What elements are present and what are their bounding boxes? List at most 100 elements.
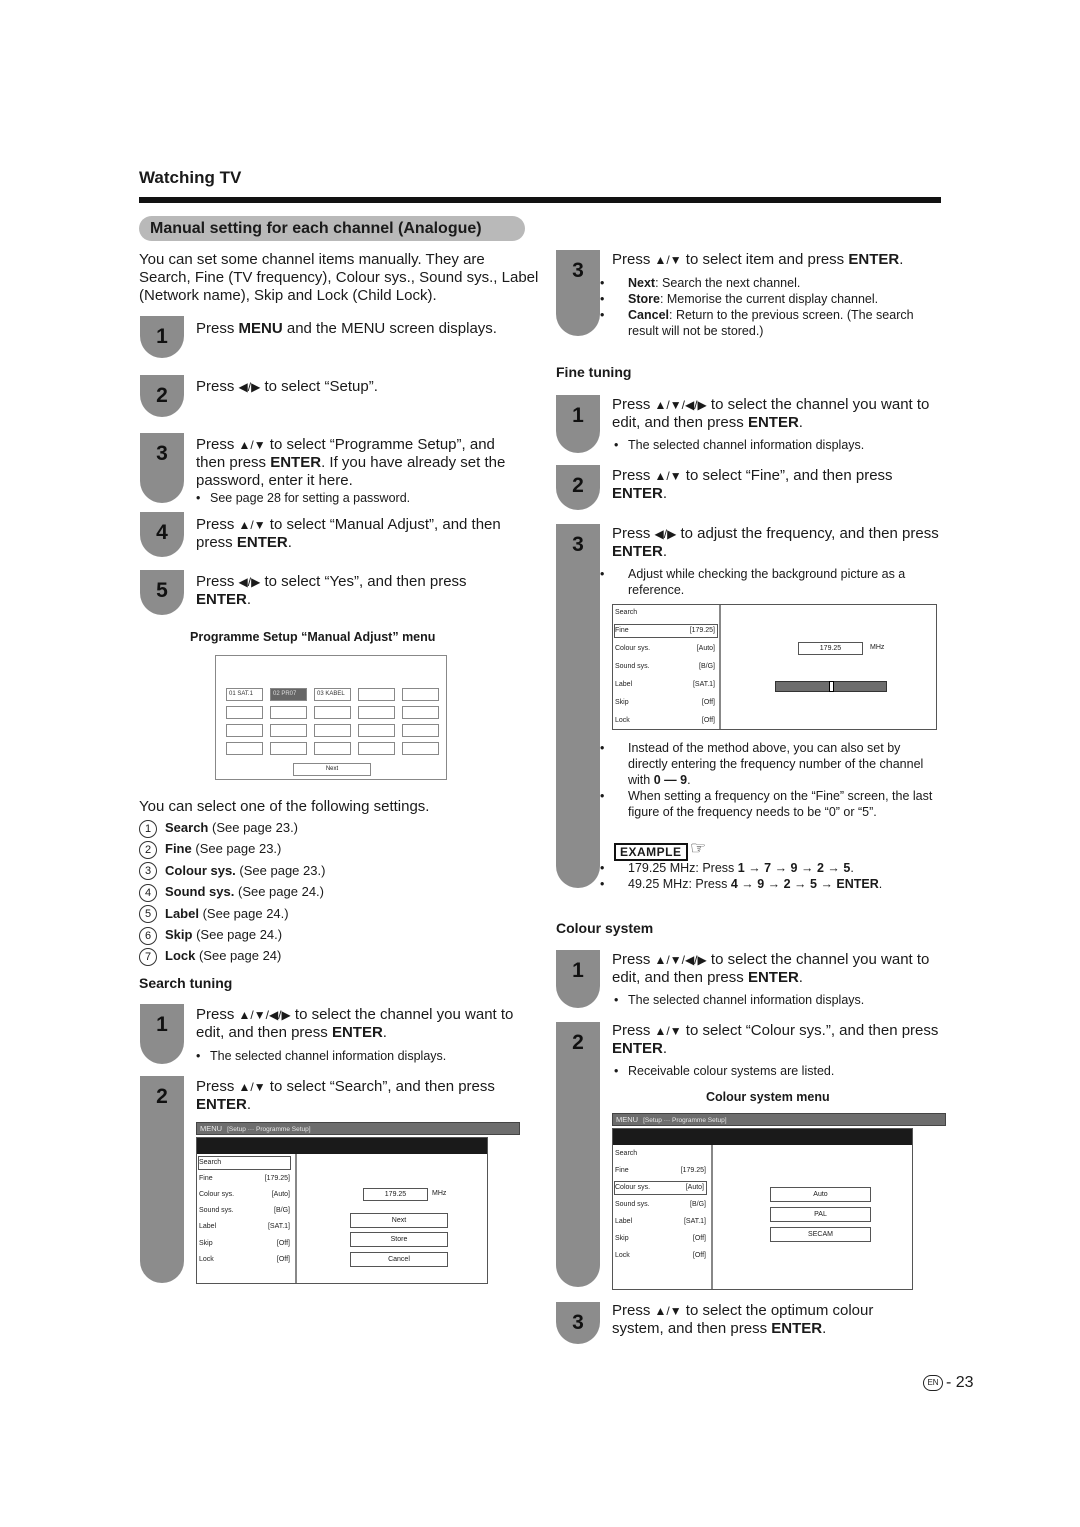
direction-arrows-icon: ▲/▼/◀/▶ xyxy=(238,1008,291,1022)
channel-cell[interactable] xyxy=(358,706,395,719)
menu-row-fine[interactable]: Fine [179.25] xyxy=(614,624,718,638)
fine-step-3-note: • Adjust while checking the background pi… xyxy=(600,567,906,597)
channel-cell[interactable] xyxy=(358,688,395,701)
menu-row-search[interactable]: Search xyxy=(198,1156,291,1170)
search-step-1-text: Press ▲/▼/◀/▶ to select the channel you … xyxy=(196,1006,514,1041)
menu-row-label[interactable]: Label [SAT.1] xyxy=(615,678,717,692)
menu-row-colour[interactable]: Colour sys. [Auto] xyxy=(614,1181,707,1195)
step-badge: 2 xyxy=(556,465,600,510)
step-badge: 1 xyxy=(556,395,600,453)
up-down-arrow-icon: ▲/▼ xyxy=(654,1024,682,1038)
next-button[interactable]: Next xyxy=(350,1213,448,1228)
language-badge: EN xyxy=(923,1374,943,1391)
step-3-text: Press ▲/▼ to select “Programme Setup”, a… xyxy=(196,436,506,489)
fine-tuning-heading: Fine tuning xyxy=(556,364,632,380)
example-item: • 179.25 MHz: Press 1 → 7 → 9 → 2 → 5. xyxy=(600,861,854,875)
menu-row-fine[interactable]: Fine [179.25] xyxy=(199,1172,292,1186)
step-badge: 4 xyxy=(140,512,184,557)
menu-row-sound[interactable]: Sound sys. [B/G] xyxy=(199,1204,292,1218)
menu-row-lock[interactable]: Lock [Off] xyxy=(199,1253,292,1267)
step-badge: 2 xyxy=(140,375,184,417)
menu-row-label[interactable]: Label [SAT.1] xyxy=(199,1220,292,1234)
store-button[interactable]: Store xyxy=(350,1232,448,1247)
fine-screen: Search Fine [179.25] Colour sys. [Auto] So… xyxy=(612,604,937,730)
colour-step-1-text: Press ▲/▼/◀/▶ to select the channel you … xyxy=(612,951,930,986)
channel-cell-selected[interactable]: 02 PR07 xyxy=(270,688,307,701)
menu-breadcrumb-bar: MENU [Setup ··· Programme Setup] xyxy=(196,1122,520,1135)
channel-cell[interactable] xyxy=(402,706,439,719)
fine-slider[interactable] xyxy=(775,681,887,692)
menu-list: Search Fine [179.25] Colour sys. [Auto] So… xyxy=(613,605,721,729)
frequency-field[interactable]: 179.25 xyxy=(363,1188,428,1201)
channel-cell[interactable]: 01 SAT.1 xyxy=(226,688,263,701)
menu-row-colour[interactable]: Colour sys. [Auto] xyxy=(199,1188,292,1202)
channel-cell[interactable] xyxy=(314,706,351,719)
menu-row-sound[interactable]: Sound sys. [B/G] xyxy=(615,1198,708,1212)
colour-option-pal[interactable]: PAL xyxy=(770,1207,871,1222)
menu-row-skip[interactable]: Skip [Off] xyxy=(615,696,717,710)
channel-cell[interactable] xyxy=(226,724,263,737)
up-down-arrow-icon: ▲/▼ xyxy=(654,253,682,267)
slider-knob[interactable] xyxy=(828,681,834,692)
settings-item: 5 Label (See page 24.) xyxy=(139,904,325,925)
bullet-item: • Store: Memorise the current display cha… xyxy=(600,292,879,306)
menu-row-search[interactable]: Search xyxy=(615,606,717,620)
direction-arrows-icon: ▲/▼/◀/▶ xyxy=(654,398,707,412)
search-step-3-text: Press ▲/▼ to select item and press ENTER… xyxy=(612,251,904,268)
fine-step-1-text: Press ▲/▼/◀/▶ to select the channel you … xyxy=(612,396,930,431)
step-badge: 3 xyxy=(556,524,600,888)
up-down-arrow-icon: ▲/▼ xyxy=(238,518,266,532)
up-down-arrow-icon: ▲/▼ xyxy=(238,1080,266,1094)
channel-cell[interactable] xyxy=(402,724,439,737)
section-title: Watching TV xyxy=(139,168,242,187)
bullet-item: • Next: Search the next channel. xyxy=(600,276,801,290)
menu-row-lock[interactable]: Lock [Off] xyxy=(615,1249,708,1263)
step-badge: 2 xyxy=(556,1022,600,1287)
menu-row-skip[interactable]: Skip [Off] xyxy=(615,1232,708,1246)
menu-row-search[interactable]: Search xyxy=(615,1147,708,1161)
search-step-3-bullets: • Next: Search the next channel. • Store: … xyxy=(600,275,914,339)
example-list: • 179.25 MHz: Press 1 → 7 → 9 → 2 → 5. • 4… xyxy=(600,860,936,892)
settings-item: 4 Sound sys. (See page 24.) xyxy=(139,882,325,903)
channel-cell[interactable] xyxy=(358,742,395,755)
settings-item: 3 Colour sys. (See page 23.) xyxy=(139,861,325,882)
channel-cell[interactable] xyxy=(270,724,307,737)
search-step-1-note: • The selected channel information displa… xyxy=(196,1049,447,1063)
bullet-item: • Instead of the method above, you can al… xyxy=(600,741,924,787)
colour-system-heading: Colour system xyxy=(556,920,654,936)
frequency-field[interactable]: 179.25 xyxy=(798,642,863,655)
channel-cell[interactable] xyxy=(270,706,307,719)
menu-row-label[interactable]: Label [SAT.1] xyxy=(615,1215,708,1229)
cancel-button[interactable]: Cancel xyxy=(350,1252,448,1267)
channel-cell[interactable] xyxy=(226,706,263,719)
colour-option-secam[interactable]: SECAM xyxy=(770,1227,871,1242)
example-item: • 49.25 MHz: Press 4 → 9 → 2 → 5 → ENTER. xyxy=(600,877,883,891)
colour-step-2-text: Press ▲/▼ to select “Colour sys.”, and t… xyxy=(612,1022,939,1057)
settings-item: 6 Skip (See page 24.) xyxy=(139,925,325,946)
next-button[interactable]: Next xyxy=(293,763,371,776)
step-1-text: Press MENU and the MENU screen displays. xyxy=(196,320,497,337)
settings-item: 7 Lock (See page 24) xyxy=(139,946,325,967)
channel-cell[interactable] xyxy=(226,742,263,755)
channel-cell[interactable] xyxy=(314,724,351,737)
channel-cell[interactable] xyxy=(358,724,395,737)
up-down-arrow-icon: ▲/▼ xyxy=(238,438,266,452)
mhz-label: MHz xyxy=(870,644,885,651)
bullet-item: • Cancel: Return to the previous screen. … xyxy=(600,308,914,338)
menu-row-colour[interactable]: Colour sys. [Auto] xyxy=(615,642,717,656)
channel-cell[interactable] xyxy=(314,742,351,755)
colour-step-2-note: • Receivable colour systems are listed. xyxy=(614,1064,835,1078)
channel-cell[interactable] xyxy=(402,688,439,701)
menu-row-skip[interactable]: Skip [Off] xyxy=(199,1237,292,1251)
channel-cell[interactable] xyxy=(402,742,439,755)
menu-row-fine[interactable]: Fine [179.25] xyxy=(615,1164,708,1178)
menu-list: Search Fine [179.25] Colour sys. [Auto] So… xyxy=(613,1145,713,1289)
pointing-hand-icon: ☞ xyxy=(690,838,707,858)
colour-option-auto[interactable]: Auto xyxy=(770,1187,871,1202)
left-right-arrow-icon: ◀/▶ xyxy=(238,380,261,394)
settings-intro: You can select one of the following sett… xyxy=(139,798,430,815)
menu-row-lock[interactable]: Lock [Off] xyxy=(615,714,717,728)
channel-cell[interactable] xyxy=(270,742,307,755)
menu-row-sound[interactable]: Sound sys. [B/G] xyxy=(615,660,717,674)
channel-cell[interactable]: 03 KABEL xyxy=(314,688,351,701)
